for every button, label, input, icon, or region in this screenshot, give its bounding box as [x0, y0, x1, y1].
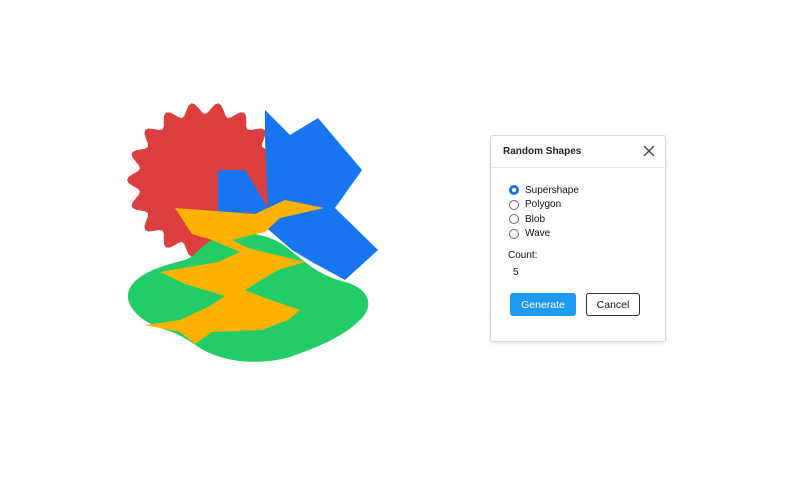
count-label: Count: [508, 250, 538, 261]
random-shapes-dialog: Random Shapes Supershape Polygon Blob Wa… [490, 135, 666, 342]
option-blob[interactable]: Blob [509, 212, 579, 227]
shape-type-options: Supershape Polygon Blob Wave [509, 183, 579, 241]
option-polygon[interactable]: Polygon [509, 198, 579, 213]
cancel-button[interactable]: Cancel [586, 293, 640, 316]
shapes-svg [127, 103, 378, 362]
radio-supershape[interactable] [509, 185, 519, 196]
radio-wave[interactable] [509, 228, 519, 239]
option-label: Supershape [525, 184, 579, 196]
option-label: Wave [525, 228, 551, 240]
drawing-canvas[interactable] [0, 0, 800, 480]
option-wave[interactable]: Wave [509, 227, 579, 242]
option-label: Blob [525, 213, 546, 225]
option-label: Polygon [525, 199, 562, 211]
option-supershape[interactable]: Supershape [509, 183, 579, 198]
close-icon[interactable] [641, 143, 657, 159]
dialog-header: Random Shapes [491, 136, 665, 168]
dialog-title: Random Shapes [503, 146, 582, 157]
radio-blob[interactable] [509, 214, 519, 225]
generate-button[interactable]: Generate [510, 293, 576, 316]
count-input[interactable]: 5 [513, 267, 519, 278]
radio-polygon[interactable] [509, 199, 519, 210]
